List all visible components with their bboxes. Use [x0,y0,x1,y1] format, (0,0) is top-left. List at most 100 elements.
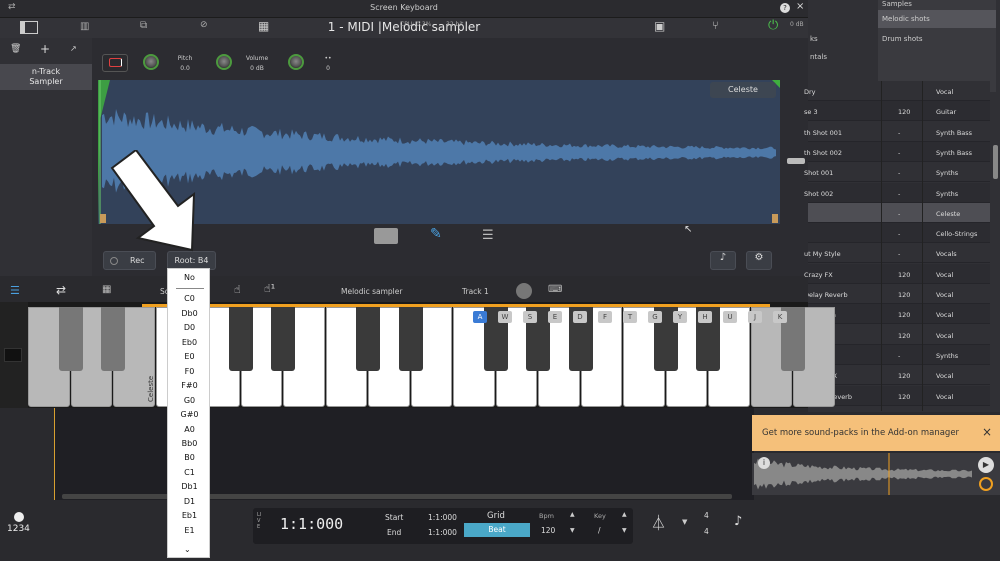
browser-scrollbar[interactable] [993,145,998,179]
dropdown-item[interactable]: Db0 [168,309,211,318]
black-key[interactable] [58,307,83,371]
horizontal-scrollbar[interactable] [62,494,732,499]
tab-drum-shots[interactable]: Drum shots [882,35,923,43]
row-name: Shot 002 [804,189,834,198]
dropdown-item[interactable]: Db1 [168,482,211,491]
dropdown-item[interactable]: F#0 [168,381,211,390]
browser-row[interactable]: se 3 120 Guitar [804,101,990,122]
route-out-icon[interactable]: ⑂ [712,19,719,32]
help-icon[interactable]: ? [780,3,790,13]
volume-knob[interactable] [288,54,304,70]
browser-row[interactable]: - Cello-Strings [808,223,990,244]
browser-row[interactable]: - Crazy FX120Vocal [804,365,990,386]
dropdown-item[interactable]: A0 [168,425,211,434]
key-value[interactable]: / [598,526,601,535]
knob-left[interactable] [143,54,159,70]
live-indicator[interactable]: LIVE [257,512,263,530]
browser-row[interactable]: Dry120Vocal [804,324,990,345]
browser-row[interactable]: - Delay Reverb120Vocal [804,385,990,406]
keyboard-scroll-handle[interactable] [0,302,28,408]
dropdown-item[interactable]: Eb0 [168,338,211,347]
export-icon[interactable]: ↗ [70,44,77,53]
dropdown-item[interactable]: Bb0 [168,439,211,448]
browser-row[interactable]: Distortion120Vocal [804,304,990,325]
browser-row[interactable]: Shot 001 - Synths [804,162,990,183]
hand-icon[interactable]: ☝ [234,283,241,296]
tab-melodic-shots[interactable]: Melodic shots [878,10,996,28]
black-key[interactable] [356,307,380,371]
time-sig-top[interactable]: 4 [704,511,709,520]
tab-samples[interactable]: Samples [882,0,912,8]
midi-settings-icon[interactable]: ♪ [734,514,742,529]
category-item[interactable]: ks [810,35,818,43]
time-sig-bottom[interactable]: 4 [704,527,709,536]
track-item[interactable]: n-Track Sampler [0,64,92,90]
black-key[interactable] [398,307,423,371]
category-item[interactable]: ntals [810,53,827,61]
black-key[interactable] [271,307,295,371]
metronome-dropdown-icon[interactable]: ▼ [682,518,687,526]
dropdown-item[interactable]: E1 [168,526,211,535]
sliders-icon[interactable]: ☰ [482,228,494,243]
midi-note-button[interactable]: ♪ [710,251,736,270]
pitch-knob[interactable] [216,54,232,70]
scroll-down-icon[interactable]: ⌄ [184,545,191,554]
zoom-slider[interactable] [787,158,805,164]
count-in[interactable]: 1234 [7,524,30,534]
dropdown-item[interactable]: B0 [168,453,211,462]
black-key[interactable] [228,307,253,371]
browser-row[interactable]: Dry Vocal [804,81,990,101]
velocity-knob[interactable] [516,283,532,299]
dropdown-item[interactable]: E0 [168,352,211,361]
save-icon[interactable]: ▣ [654,19,665,33]
bpm-down-icon[interactable]: ▼ [570,527,575,534]
dropdown-item[interactable]: C0 [168,294,211,303]
dropdown-item[interactable]: C1 [168,468,211,477]
black-key[interactable] [101,307,125,371]
position-display[interactable]: 1:1:000 [280,515,343,533]
power-icon[interactable]: ⏻ [768,18,778,33]
key-up-icon[interactable]: ▲ [622,511,627,518]
bpm-up-icon[interactable]: ▲ [570,511,575,518]
close-icon[interactable]: × [796,1,804,12]
dropdown-item[interactable]: F0 [168,367,211,376]
dropdown-item[interactable]: D0 [168,323,211,332]
browser-row[interactable]: Delay Reverb 120 Vocal [804,284,990,304]
root-note-dropdown[interactable]: No C0 Db0 D0 Eb0 E0 F0 F#0 G0 G#0 A0 Bb0 B0 C1 Db1 D1 Eb… [167,268,210,558]
toast-close-icon[interactable]: × [982,425,992,439]
bpm-value[interactable]: 120 [541,526,555,535]
swap-arrows-icon[interactable]: ⇄ [56,283,66,297]
browser-row[interactable]: th Shot 001 - Synth Bass [804,121,990,142]
dropdown-item[interactable]: Eb1 [168,511,211,520]
timeline-area[interactable] [54,408,754,500]
pencil-icon[interactable]: ✎ [430,226,442,242]
browser-row[interactable]: Shot 002 - Synths [804,182,990,203]
hand-one-icon[interactable]: ☝¹ [264,282,275,295]
key-down-icon[interactable]: ▼ [622,527,627,534]
browser-row[interactable]: Crazy FX 120 Vocal [804,263,990,284]
browser-row[interactable]: n-Synths [804,344,990,365]
list-view-icon[interactable]: ☰ [10,284,20,297]
settings-button[interactable]: ⚙ [746,251,772,270]
end-value[interactable]: 1:1:000 [428,528,457,537]
dropdown-item[interactable]: G#0 [168,410,211,419]
dropdown-item[interactable]: D1 [168,497,211,506]
browser-row[interactable]: th Shot 002 - Synth Bass [804,141,990,162]
grid-value[interactable]: Beat [464,523,530,537]
loop-mode-icon[interactable] [979,477,993,491]
play-icon[interactable]: ▶ [978,457,994,473]
trash-icon[interactable]: 🗑 [10,44,21,54]
info-icon[interactable]: i [758,457,770,469]
loop-button[interactable] [102,54,128,72]
computer-keyboard-icon[interactable]: ⌨ [548,284,562,295]
browser-row[interactable]: ut My Style - Vocals [804,243,990,264]
dropdown-item[interactable]: No [168,273,211,282]
browser-row[interactable]: - Celeste [808,202,990,223]
keyboard-view-icon[interactable] [374,228,398,244]
metronome-icon[interactable]: ⏃ [651,512,666,533]
end-marker[interactable] [772,214,778,223]
add-icon[interactable]: + [40,42,50,56]
grid-icon[interactable]: ▦ [102,284,111,295]
start-value[interactable]: 1:1:000 [428,513,457,522]
dropdown-item[interactable]: G0 [168,396,211,405]
